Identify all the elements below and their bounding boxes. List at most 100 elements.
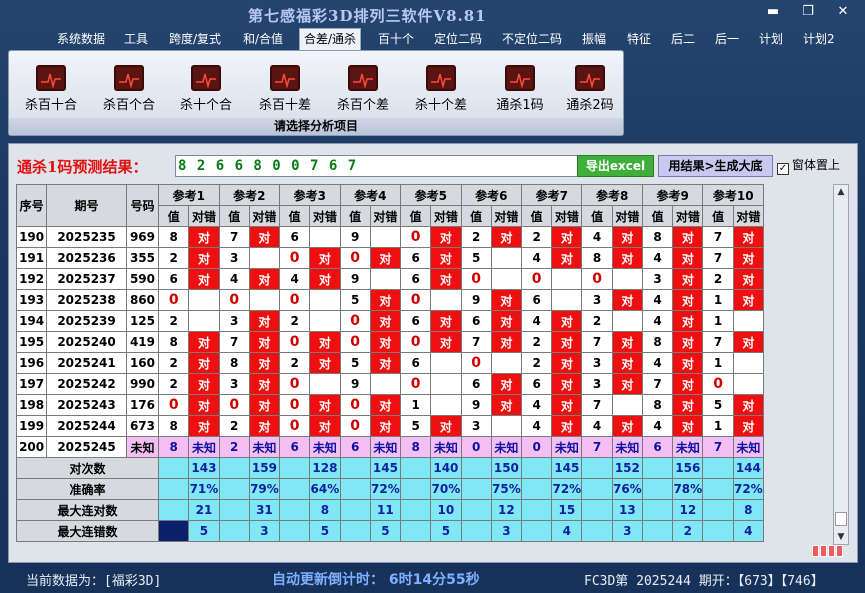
ref-value: 9 (460, 289, 492, 311)
ribbon-button-5[interactable]: 杀百个差 (331, 65, 395, 113)
ref-value: 7 (460, 331, 492, 353)
ref-miss (369, 226, 402, 248)
stats-value: 75% (490, 478, 523, 500)
menu-system-data[interactable]: 系统数据 (57, 29, 105, 49)
ref-value: 2 (581, 310, 613, 332)
vertical-scrollbar[interactable]: ▲ ▼ (833, 184, 849, 545)
ref-value: 3 (581, 373, 613, 395)
ref-hit: 对 (248, 352, 281, 374)
ref-value: 0 (400, 373, 432, 395)
maximize-icon[interactable]: ❐ (797, 4, 819, 20)
pending-unknown: 未知 (732, 436, 765, 458)
ref-value: 2 (158, 373, 190, 395)
close-icon[interactable]: ✕ (832, 4, 854, 20)
header-hit: 对错 (732, 205, 765, 227)
ref-miss (188, 310, 220, 332)
ref-value: 3 (581, 289, 613, 311)
row-number: 969 (125, 226, 160, 248)
ref-hit: 对 (369, 352, 402, 374)
header-ref: 参考1 (158, 184, 220, 206)
ribbon-button-8[interactable]: 通杀2码 (558, 65, 622, 113)
ref-miss (309, 289, 341, 311)
menu-tools[interactable]: 工具 (124, 29, 148, 49)
menu-hundred-ten-one[interactable]: 百十个 (378, 29, 414, 49)
ribbon-button-label: 杀百十差 (258, 98, 311, 113)
menu-position-two[interactable]: 定位二码 (434, 29, 482, 49)
ref-miss (490, 247, 523, 269)
ref-hit: 对 (309, 352, 341, 374)
menu-plan2[interactable]: 计划2 (803, 29, 835, 49)
stats-pad (581, 457, 613, 479)
ref-hit: 对 (369, 310, 402, 332)
scroll-up-icon[interactable]: ▲ (834, 185, 848, 199)
stats-value: 145 (551, 457, 583, 479)
ref-value: 2 (158, 310, 190, 332)
menu-sum[interactable]: 和/合值 (243, 29, 283, 49)
menu-plan[interactable]: 计划 (759, 29, 783, 49)
ref-value: 0 (339, 415, 371, 437)
stats-pad (702, 499, 734, 521)
ribbon-caption: 请选择分析项目 (9, 118, 623, 135)
header-hit: 对错 (309, 205, 341, 227)
selected-cell (158, 520, 190, 542)
ref-value: 1 (702, 415, 734, 437)
minimize-icon[interactable]: ▬ (762, 4, 784, 20)
ref-hit: 对 (551, 394, 583, 416)
menu-span[interactable]: 跨度/复式 (169, 29, 221, 49)
generate-base-button[interactable]: 用结果>生成大底 (658, 155, 773, 177)
stats-pad (279, 520, 311, 542)
header-ref: 参考8 (581, 184, 643, 206)
scroll-thumb[interactable] (835, 512, 847, 526)
pending-value: 0 (520, 436, 553, 458)
stats-pad (520, 457, 553, 479)
ref-value: 4 (520, 394, 553, 416)
prediction-result-field[interactable]: 8 2 6 6 8 0 0 7 6 7 (175, 155, 583, 177)
ref-hit: 对 (551, 373, 583, 395)
header-hit: 对错 (611, 205, 643, 227)
stats-row: 准确率 71% 79% 64% 72% 70% 75% 72% 76% 78% 72% (15, 478, 765, 500)
stats-pad (520, 478, 553, 500)
header-hit: 对错 (672, 205, 704, 227)
menu-last-two[interactable]: 后二 (671, 29, 695, 49)
stats-pad (460, 499, 492, 521)
stats-pad (520, 520, 553, 542)
ribbon-button-1[interactable]: 杀百十合 (19, 65, 83, 113)
header-hit: 对错 (430, 205, 462, 227)
ref-value: 6 (400, 268, 432, 290)
menu-feature[interactable]: 特征 (627, 29, 651, 49)
ref-value: 0 (339, 310, 371, 332)
ref-value: 9 (339, 226, 371, 248)
pending-unknown: 未知 (551, 436, 583, 458)
topmost-checkbox[interactable]: ✓ 窗体置上 (777, 156, 840, 175)
header-ref: 参考7 (520, 184, 583, 206)
ribbon-button-3[interactable]: 杀十个合 (174, 65, 238, 113)
menu-sumdiff-kill[interactable]: 合差/通杀 (299, 28, 362, 50)
ref-hit: 对 (611, 289, 643, 311)
menu-last-one[interactable]: 后一 (715, 29, 739, 49)
ref-value: 6 (520, 289, 553, 311)
menu-nonposition-two[interactable]: 不定位二码 (502, 29, 562, 49)
pending-value: 6 (641, 436, 674, 458)
ribbon-button-6[interactable]: 杀十个差 (409, 65, 473, 113)
checkbox-check-icon[interactable]: ✓ (777, 163, 789, 175)
ref-value: 7 (581, 394, 613, 416)
header-value: 值 (581, 205, 613, 227)
table-row: 193 2025238 860 0 0 0 5 对 0 9 对 6 3 对 4 对 1 对 (15, 289, 765, 311)
header-value: 值 (400, 205, 432, 227)
row-seq: 199 (15, 415, 48, 437)
ribbon-button-4[interactable]: 杀百十差 (253, 65, 317, 113)
stats-value: 12 (490, 499, 523, 521)
export-excel-button[interactable]: 导出excel (577, 155, 654, 177)
ref-hit: 对 (732, 289, 765, 311)
chart-icon (505, 65, 535, 91)
stats-value: 5 (309, 520, 341, 542)
scroll-down-icon[interactable]: ▼ (834, 530, 848, 544)
ref-value: 3 (218, 247, 250, 269)
ribbon-button-7[interactable]: 通杀1码 (488, 65, 552, 113)
ref-miss (611, 268, 643, 290)
ribbon-button-2[interactable]: 杀百个合 (97, 65, 161, 113)
ref-hit: 对 (369, 415, 402, 437)
ref-value: 7 (702, 331, 734, 353)
prediction-label: 通杀1码预测结果： (17, 158, 148, 176)
menu-amplitude[interactable]: 振幅 (582, 29, 606, 49)
